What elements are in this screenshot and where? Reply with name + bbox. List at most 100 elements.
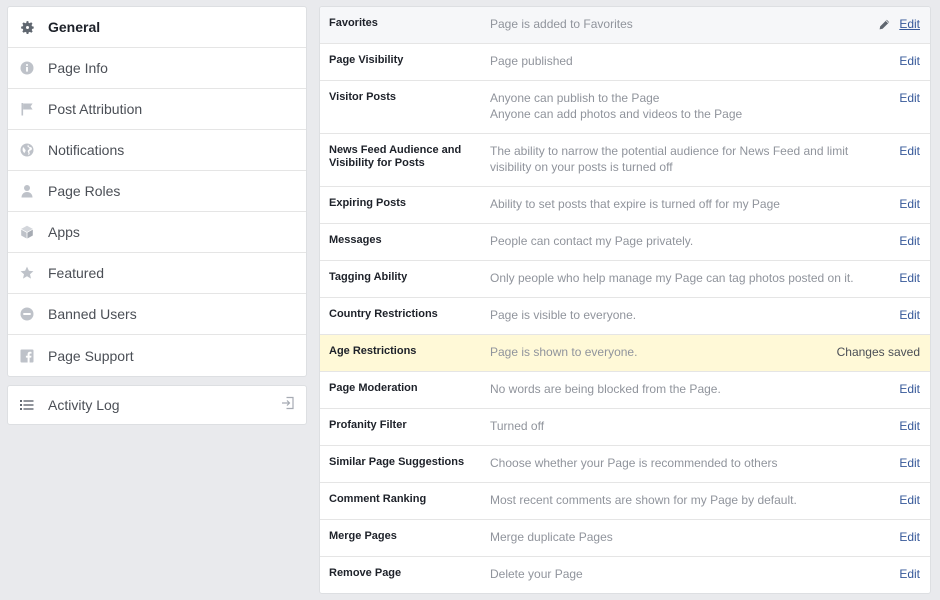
- edit-button[interactable]: Edit: [899, 53, 920, 69]
- setting-name: Remove Page: [329, 567, 402, 579]
- settings-row-merge-pages[interactable]: Merge Pages Merge duplicate Pages Edit: [320, 520, 930, 557]
- sidebar-item-label: Page Roles: [48, 183, 121, 199]
- settings-row-messages[interactable]: Messages People can contact my Page priv…: [320, 224, 930, 261]
- status-label: Changes saved: [836, 345, 920, 359]
- settings-row-similar-page-suggestions[interactable]: Similar Page Suggestions Choose whether …: [320, 446, 930, 483]
- edit-button[interactable]: Edit: [899, 566, 920, 582]
- sidebar-item-banned-users[interactable]: Banned Users: [8, 294, 306, 335]
- sidebar-item-label: Page Support: [48, 347, 134, 364]
- edit-label: Edit: [899, 91, 920, 105]
- setting-description-line: Anyone can publish to the Page: [490, 91, 660, 105]
- setting-name: Page Visibility: [329, 54, 404, 66]
- setting-description: Page is added to Favorites: [490, 7, 930, 43]
- sidebar-item-notifications[interactable]: Notifications: [8, 130, 306, 171]
- edit-button[interactable]: Edit: [899, 418, 920, 434]
- sidebar-item-general[interactable]: General: [8, 7, 306, 48]
- edit-label: Edit: [899, 493, 920, 507]
- setting-description: The ability to narrow the potential audi…: [490, 134, 930, 186]
- settings-table: Favorites Page is added to Favorites Edi…: [319, 6, 931, 594]
- sidebar-item-page-support[interactable]: Page Support: [8, 335, 306, 376]
- sidebar-item-label: Banned Users: [48, 306, 137, 322]
- edit-label: Edit: [899, 234, 920, 248]
- setting-description: Choose whether your Page is recommended …: [490, 446, 930, 482]
- exit-icon[interactable]: [281, 396, 295, 415]
- settings-row-favorites[interactable]: Favorites Page is added to Favorites Edi…: [320, 7, 930, 44]
- info-icon: [19, 60, 35, 76]
- setting-description: Anyone can publish to the Page Anyone ca…: [490, 81, 930, 133]
- setting-description: People can contact my Page privately.: [490, 224, 930, 260]
- setting-description-line: People can contact my Page privately.: [490, 234, 694, 248]
- setting-name: Page Moderation: [329, 382, 418, 394]
- sidebar-item-page-roles[interactable]: Page Roles: [8, 171, 306, 212]
- edit-button[interactable]: Edit: [899, 455, 920, 471]
- edit-label: Edit: [899, 567, 920, 581]
- setting-name: Country Restrictions: [329, 308, 438, 320]
- activity-log-link[interactable]: Activity Log: [7, 385, 307, 425]
- setting-description-line: Merge duplicate Pages: [490, 530, 613, 544]
- setting-description: Page is visible to everyone.: [490, 298, 930, 334]
- settings-row-country-restrictions[interactable]: Country Restrictions Page is visible to …: [320, 298, 930, 335]
- settings-row-visitor-posts[interactable]: Visitor Posts Anyone can publish to the …: [320, 81, 930, 134]
- edit-label: Edit: [899, 197, 920, 211]
- settings-row-age-restrictions[interactable]: Age Restrictions Page is shown to everyo…: [320, 335, 930, 372]
- edit-button[interactable]: Edit: [899, 307, 920, 323]
- setting-name: Tagging Ability: [329, 271, 408, 283]
- edit-button[interactable]: Edit: [899, 529, 920, 545]
- setting-name: Age Restrictions: [329, 345, 417, 357]
- ban-icon: [19, 306, 35, 322]
- sidebar-item-label: Featured: [48, 265, 105, 281]
- setting-description-line: Delete your Page: [490, 567, 583, 581]
- settings-row-page-visibility[interactable]: Page Visibility Page published Edit: [320, 44, 930, 81]
- gear-icon: [19, 19, 35, 35]
- setting-description-line: The ability to narrow the potential audi…: [490, 144, 849, 174]
- cube-icon: [19, 224, 35, 240]
- settings-row-remove-page[interactable]: Remove Page Delete your Page Edit: [320, 557, 930, 593]
- setting-name: Visitor Posts: [329, 91, 397, 103]
- setting-name: Merge Pages: [329, 530, 397, 542]
- settings-row-page-moderation[interactable]: Page Moderation No words are being block…: [320, 372, 930, 409]
- settings-row-tagging-ability[interactable]: Tagging Ability Only people who help man…: [320, 261, 930, 298]
- edit-label: Edit: [899, 456, 920, 470]
- sidebar-item-featured[interactable]: Featured: [8, 253, 306, 294]
- edit-button[interactable]: Edit: [899, 143, 920, 159]
- settings-row-news-feed-audience[interactable]: News Feed Audience and Visibility for Po…: [320, 134, 930, 187]
- star-icon: [19, 265, 35, 281]
- edit-label: Edit: [899, 382, 920, 396]
- settings-row-comment-ranking[interactable]: Comment Ranking Most recent comments are…: [320, 483, 930, 520]
- list-icon: [19, 397, 35, 413]
- settings-row-expiring-posts[interactable]: Expiring Posts Ability to set posts that…: [320, 187, 930, 224]
- sidebar-item-label: General: [48, 19, 101, 35]
- setting-description-line: Choose whether your Page is recommended …: [490, 456, 778, 470]
- setting-name: News Feed Audience and Visibility for Po…: [329, 144, 462, 169]
- sidebar-item-page-info[interactable]: Page Info: [8, 48, 306, 89]
- flag-icon: [19, 101, 35, 117]
- setting-description: Turned off: [490, 409, 930, 445]
- setting-description-line: No words are being blocked from the Page…: [490, 382, 721, 396]
- edit-button[interactable]: Edit: [879, 16, 920, 32]
- edit-label: Edit: [899, 308, 920, 322]
- settings-row-profanity-filter[interactable]: Profanity Filter Turned off Edit: [320, 409, 930, 446]
- edit-button[interactable]: Edit: [899, 90, 920, 106]
- edit-label: Edit: [899, 530, 920, 544]
- sidebar-item-label: Page Info: [48, 60, 108, 76]
- setting-name: Messages: [329, 234, 382, 246]
- setting-description-line: Turned off: [490, 419, 545, 433]
- globe-icon: [19, 142, 35, 158]
- setting-name: Profanity Filter: [329, 419, 407, 431]
- edit-button[interactable]: Edit: [899, 233, 920, 249]
- edit-button[interactable]: Edit: [899, 270, 920, 286]
- activity-log-label: Activity Log: [48, 397, 120, 413]
- setting-description-line: Page is added to Favorites: [490, 17, 633, 31]
- edit-button[interactable]: Edit: [899, 196, 920, 212]
- edit-button[interactable]: Edit: [899, 381, 920, 397]
- edit-button[interactable]: Edit: [899, 492, 920, 508]
- setting-name: Favorites: [329, 17, 378, 29]
- sidebar-item-label: Notifications: [48, 142, 125, 158]
- setting-description: Ability to set posts that expire is turn…: [490, 187, 930, 223]
- sidebar-item-post-attribution[interactable]: Post Attribution: [8, 89, 306, 130]
- setting-description: No words are being blocked from the Page…: [490, 372, 930, 408]
- sidebar-item-apps[interactable]: Apps: [8, 212, 306, 253]
- facebook-icon: [19, 348, 35, 364]
- setting-description-line: Only people who help manage my Page can …: [490, 271, 854, 285]
- setting-description-line: Ability to set posts that expire is turn…: [490, 197, 780, 211]
